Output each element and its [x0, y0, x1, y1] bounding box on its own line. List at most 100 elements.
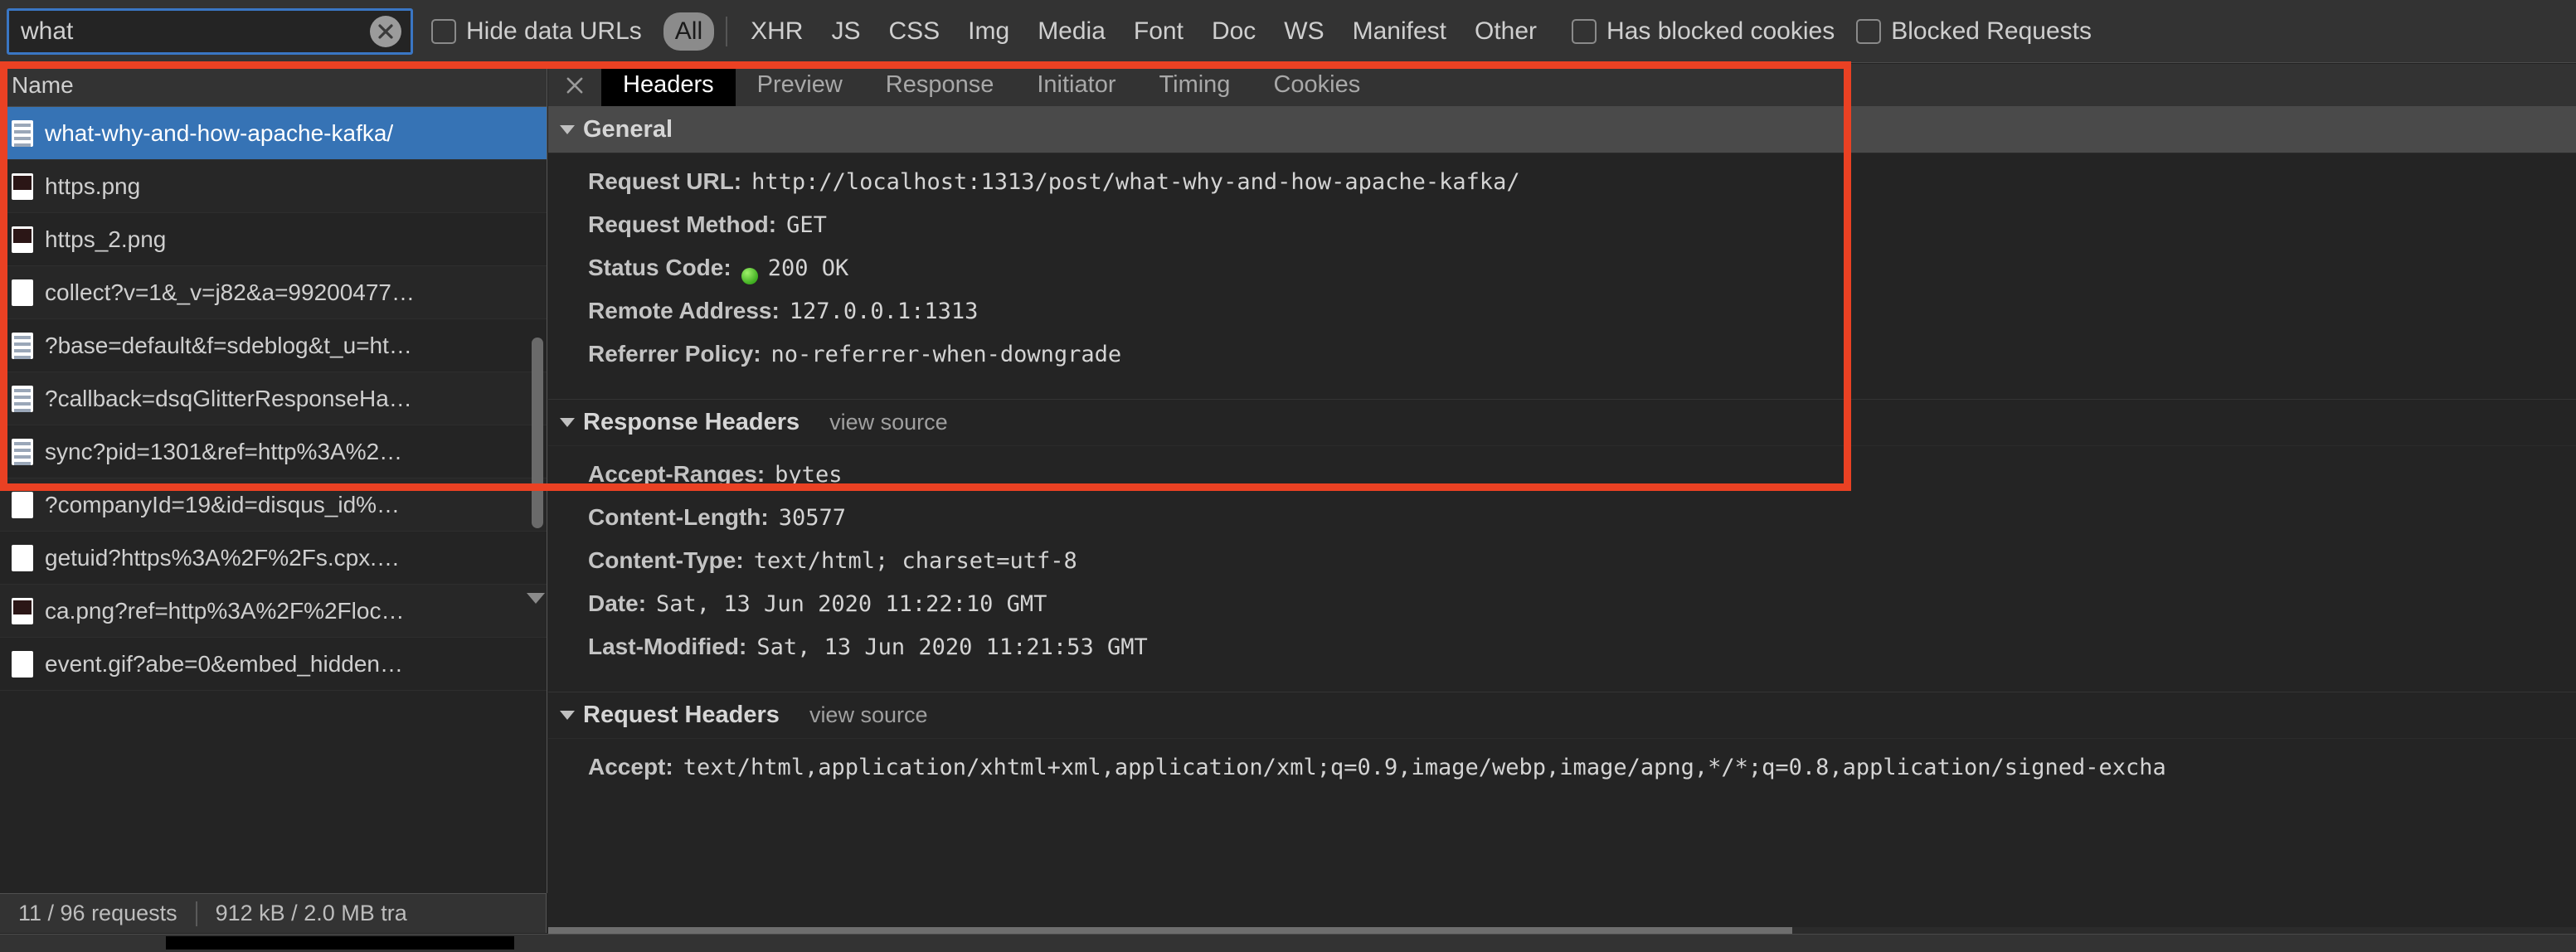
header-value: text/html; charset=utf-8 [753, 548, 1077, 574]
request-list-panel: Name what-why-and-how-apache-kafka/https… [0, 64, 547, 893]
window-horizontal-scroll-thumb[interactable] [166, 936, 514, 950]
tab-headers[interactable]: Headers [601, 64, 736, 106]
header-key: Last-Modified: [588, 634, 747, 659]
filter-type-js[interactable]: JS [819, 12, 872, 51]
chevron-down-icon [560, 125, 575, 134]
image-icon [12, 172, 33, 200]
request-name: collect?v=1&_v=j82&a=99200477… [45, 279, 416, 305]
header-value: 200 OK [767, 255, 849, 281]
header-value: 30577 [778, 505, 846, 531]
plain-file-icon [12, 544, 33, 571]
header-value: text/html,application/xhtml+xml,applicat… [683, 755, 2166, 780]
devtools-network-panel: Hide data URLs All XHR JS CSS Img Media … [0, 0, 2576, 952]
section-header-request-headers[interactable]: Request Headers view source [548, 692, 2576, 739]
header-row: Date: Sat, 13 Jun 2020 11:22:10 GMT [548, 590, 2576, 634]
table-row[interactable]: https.png [0, 160, 547, 213]
header-value: bytes [775, 462, 843, 488]
image-icon [12, 226, 33, 253]
clear-x-icon[interactable] [370, 15, 401, 47]
filter-type-other[interactable]: Other [1463, 12, 1548, 51]
has-blocked-cookies-checkbox[interactable]: Has blocked cookies [1572, 17, 1835, 46]
checkbox-box [431, 18, 456, 44]
header-value: no-referrer-when-downgrade [770, 342, 1122, 367]
section-header-response-headers[interactable]: Response Headers view source [548, 400, 2576, 446]
filter-type-all[interactable]: All [663, 12, 715, 51]
filter-type-img[interactable]: Img [956, 12, 1021, 51]
request-list-column-header[interactable]: Name [0, 64, 547, 107]
table-row[interactable]: ?companyId=19&id=disqus_id%… [0, 478, 547, 532]
request-detail-panel: Headers Preview Response Initiator Timin… [548, 64, 2576, 952]
filter-type-css[interactable]: CSS [877, 12, 951, 51]
column-header-name: Name [12, 71, 74, 98]
network-filter-toolbar: Hide data URLs All XHR JS CSS Img Media … [0, 0, 2576, 63]
tab-response[interactable]: Response [864, 64, 1016, 106]
header-row: Referrer Policy: no-referrer-when-downgra… [548, 341, 2576, 384]
header-row: Request Method: GET [548, 211, 2576, 255]
filter-type-manifest[interactable]: Manifest [1341, 12, 1458, 51]
blocked-requests-checkbox[interactable]: Blocked Requests [1856, 17, 2092, 46]
header-value: http://localhost:1313/post/what-why-and-… [751, 169, 1520, 195]
header-key: Remote Address: [588, 298, 780, 323]
request-name: getuid?https%3A%2F%2Fs.cpx.… [45, 544, 400, 571]
scroll-down-arrow-icon[interactable] [527, 593, 545, 604]
section-title-request-headers: Request Headers [583, 702, 780, 728]
header-value: Sat, 13 Jun 2020 11:21:53 GMT [756, 634, 1148, 660]
header-row: Content-Length: 30577 [548, 504, 2576, 547]
document-icon [12, 385, 33, 412]
request-name: ?base=default&f=sdeblog&t_u=ht… [45, 332, 412, 358]
section-title-general: General [583, 116, 673, 143]
request-name: https_2.png [45, 226, 167, 252]
table-row[interactable]: ?callback=dsqGlitterResponseHa… [0, 372, 547, 425]
table-row[interactable]: https_2.png [0, 213, 547, 266]
hide-data-urls-checkbox[interactable]: Hide data URLs [431, 17, 642, 46]
hide-data-urls-label: Hide data URLs [466, 17, 642, 45]
table-row[interactable]: event.gif?abe=0&embed_hidden… [0, 638, 547, 691]
header-value: Sat, 13 Jun 2020 11:22:10 GMT [656, 591, 1047, 617]
blocked-requests-label: Blocked Requests [1891, 17, 2092, 45]
table-row[interactable]: sync?pid=1301&ref=http%3A%2… [0, 425, 547, 478]
header-value: GET [786, 212, 827, 238]
request-list-scrollbar[interactable] [532, 338, 543, 528]
header-row: Accept-Ranges: bytes [548, 461, 2576, 504]
header-row: Last-Modified: Sat, 13 Jun 2020 11:21:53 … [548, 634, 2576, 677]
has-blocked-cookies-label: Has blocked cookies [1606, 17, 1835, 45]
tab-timing[interactable]: Timing [1137, 64, 1252, 106]
header-key: Content-Length: [588, 504, 769, 530]
header-key: Referrer Policy: [588, 341, 761, 367]
image-icon [12, 597, 33, 624]
filter-input[interactable] [7, 7, 413, 55]
network-status-bar: 11 / 96 requests 912 kB / 2.0 MB tra [0, 893, 547, 933]
table-row[interactable]: getuid?https%3A%2F%2Fs.cpx.… [0, 532, 547, 585]
filter-separator [726, 16, 728, 46]
request-name: ?companyId=19&id=disqus_id%… [45, 491, 401, 517]
plain-file-icon [12, 279, 33, 306]
filter-type-ws[interactable]: WS [1272, 12, 1335, 51]
header-key: Accept-Ranges: [588, 461, 766, 487]
header-key: Request Method: [588, 211, 777, 237]
filter-type-xhr[interactable]: XHR [739, 12, 814, 51]
document-icon [12, 332, 33, 359]
filter-type-font[interactable]: Font [1122, 12, 1195, 51]
section-header-general[interactable]: General [548, 107, 2576, 153]
header-row: Remote Address: 127.0.0.1:1313 [548, 298, 2576, 341]
table-row[interactable]: what-why-and-how-apache-kafka/ [0, 107, 547, 160]
tab-cookies[interactable]: Cookies [1252, 64, 1382, 106]
tab-initiator[interactable]: Initiator [1015, 64, 1137, 106]
view-source-link-request[interactable]: view source [809, 702, 928, 728]
response-headers-rows-container: Accept-Ranges: bytes Content-Length: 30577 C… [548, 461, 2576, 677]
header-row: Request URL: http://localhost:1313/post/w… [548, 168, 2576, 211]
chevron-down-icon [560, 418, 575, 427]
document-icon [12, 438, 33, 465]
table-row[interactable]: ca.png?ref=http%3A%2F%2Floc… [0, 585, 547, 638]
table-row[interactable]: ?base=default&f=sdeblog&t_u=ht… [0, 319, 547, 372]
general-rows-container: Request URL: http://localhost:1313/post/w… [548, 168, 2576, 384]
table-row[interactable]: collect?v=1&_v=j82&a=99200477… [0, 266, 547, 319]
close-x-icon[interactable] [548, 64, 601, 106]
filter-type-media[interactable]: Media [1026, 12, 1117, 51]
header-key: Status Code: [588, 255, 731, 280]
tab-preview[interactable]: Preview [736, 64, 864, 106]
filter-type-doc[interactable]: Doc [1200, 12, 1267, 51]
chevron-down-icon [560, 711, 575, 720]
plain-file-icon [12, 491, 33, 518]
view-source-link-response[interactable]: view source [829, 410, 948, 435]
